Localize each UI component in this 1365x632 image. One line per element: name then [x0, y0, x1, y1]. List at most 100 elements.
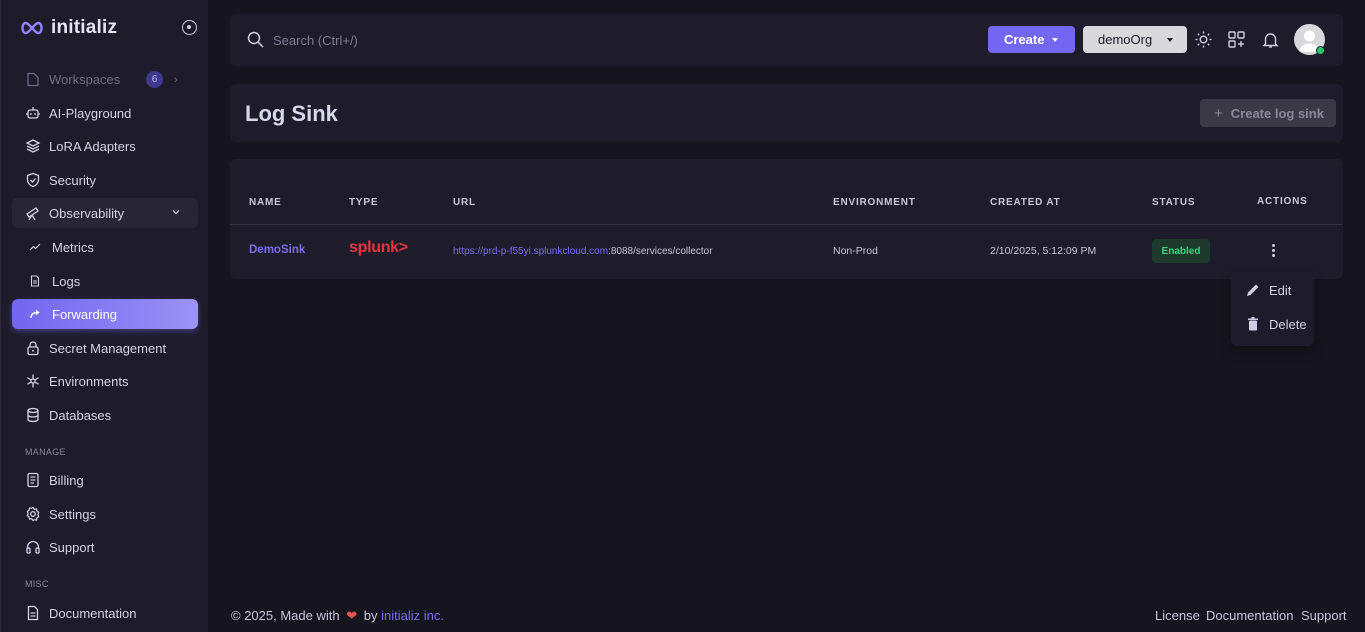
sidebar-item-label: Workspaces — [49, 71, 121, 87]
sidebar-item-label: Metrics — [52, 239, 94, 255]
infinity-logo-icon — [21, 21, 43, 35]
sidebar-item-lora-adapters[interactable]: LoRA Adapters — [12, 131, 198, 161]
sidebar-item-observability[interactable]: Observability — [12, 198, 198, 228]
top-navbar: Create demoOrg — [230, 14, 1343, 66]
sidebar-item-databases[interactable]: Databases — [12, 400, 198, 430]
sidebar-item-logs[interactable]: Logs — [12, 266, 198, 296]
bell-icon[interactable] — [1261, 30, 1280, 49]
create-log-sink-label: Create log sink — [1230, 105, 1324, 121]
sidebar-item-forwarding[interactable]: Forwarding — [12, 299, 198, 329]
pencil-icon — [1247, 284, 1259, 296]
sidebar-item-label: Databases — [49, 407, 112, 423]
sidebar-item-label: Settings — [49, 506, 96, 522]
sidebar-item-secret-management[interactable]: Secret Management — [12, 333, 198, 363]
layers-icon — [25, 138, 41, 154]
sink-environment: Non-Prod — [833, 245, 878, 257]
sun-icon[interactable] — [1194, 30, 1213, 49]
sidebar-item-settings[interactable]: Settings — [12, 499, 198, 529]
section-label-misc: MISC — [25, 579, 49, 589]
org-select[interactable]: demoOrg — [1083, 26, 1187, 53]
sink-url-link[interactable]: https://prd-p-f55yi.splunkcloud.com — [453, 246, 608, 257]
file-icon — [25, 71, 41, 87]
sidebar-item-environments[interactable]: Environments — [12, 366, 198, 396]
sidebar-item-support[interactable]: Support — [12, 532, 198, 562]
heart-icon: ❤ — [346, 608, 358, 623]
sidebar-item-label: Billing — [49, 472, 84, 488]
column-header-name[interactable]: NAME — [249, 197, 282, 208]
create-log-sink-button[interactable]: + Create log sink — [1200, 99, 1336, 127]
sidebar-item-label: Logs — [52, 273, 81, 289]
sink-name-link[interactable]: DemoSink — [249, 244, 305, 256]
sidebar-item-label: Environments — [49, 373, 129, 389]
sink-url-path: :8088/services/collector — [608, 246, 713, 257]
sink-url: https://prd-p-f55yi.splunkcloud.com:8088… — [453, 246, 713, 257]
plus-icon: + — [1214, 104, 1223, 122]
row-actions-menu: Edit Delete — [1231, 272, 1314, 346]
invoice-icon — [25, 472, 41, 488]
chevron-right-icon: › — [174, 74, 178, 86]
column-header-url[interactable]: URL — [453, 197, 476, 208]
sidebar-item-label: Documentation — [49, 605, 137, 621]
sidebar-item-label: Support — [49, 539, 95, 555]
more-vertical-icon[interactable] — [1269, 243, 1277, 259]
sidebar-collapse-toggle[interactable] — [182, 20, 197, 35]
search-input[interactable] — [273, 28, 573, 52]
column-header-environment[interactable]: ENVIRONMENT — [833, 197, 916, 208]
sidebar-item-workspaces[interactable]: Workspaces 6 › — [12, 64, 198, 94]
section-label-manage: MANAGE — [25, 447, 66, 457]
page-title: Log Sink — [245, 101, 338, 126]
footer-copyright: © 2025, Made with ❤ by initializ inc. — [231, 608, 444, 624]
footer-prefix: © 2025, Made with — [231, 608, 340, 623]
caret-down-icon — [1167, 38, 1173, 42]
column-header-created-at[interactable]: CREATED AT — [990, 197, 1061, 208]
log-file-icon — [29, 275, 41, 287]
sidebar-item-documentation[interactable]: Documentation — [12, 598, 198, 628]
sidebar-item-label: LoRA Adapters — [49, 138, 136, 154]
apps-grid-icon[interactable] — [1227, 30, 1246, 49]
online-status-dot — [1316, 46, 1325, 55]
gear-icon — [25, 506, 41, 522]
sidebar-item-metrics[interactable]: Metrics — [12, 232, 198, 262]
splunk-logo: splunk> — [349, 239, 408, 256]
sidebar-item-label: Secret Management — [49, 340, 167, 356]
menu-item-edit[interactable]: Edit — [1231, 276, 1314, 304]
workspaces-count-badge: 6 — [146, 71, 163, 88]
brand[interactable]: initializ — [19, 14, 117, 42]
shield-check-icon — [25, 172, 41, 188]
footer-by: by — [363, 608, 378, 623]
sidebar-item-label: AI-Playground — [49, 105, 132, 121]
snowflake-icon — [25, 373, 41, 389]
trash-icon — [1248, 317, 1258, 331]
create-button[interactable]: Create — [988, 26, 1075, 53]
sink-created-at: 2/10/2025, 5:12:09 PM — [990, 245, 1097, 257]
menu-item-delete[interactable]: Delete — [1231, 310, 1314, 338]
database-icon — [25, 407, 41, 423]
footer-company-link[interactable]: initializ inc. — [381, 608, 444, 623]
headset-icon — [25, 539, 41, 555]
create-button-label: Create — [1004, 32, 1045, 47]
sidebar-item-billing[interactable]: Billing — [12, 465, 198, 495]
org-select-label: demoOrg — [1098, 32, 1153, 47]
log-sink-table: NAME TYPE URL ENVIRONMENT CREATED AT STA… — [230, 159, 1343, 279]
page-header: Log Sink + Create log sink — [230, 84, 1343, 142]
sidebar: initializ Workspaces 6 › AI-Playground L… — [0, 0, 208, 632]
brand-name: initializ — [51, 17, 118, 38]
sidebar-item-ai-playground[interactable]: AI-Playground — [12, 98, 198, 128]
column-header-status[interactable]: STATUS — [1152, 197, 1195, 208]
arrow-forward-icon — [29, 308, 41, 320]
status-badge: Enabled — [1152, 239, 1210, 263]
footer-link-license[interactable]: License — [1155, 608, 1200, 623]
table-header-divider — [230, 224, 1343, 225]
telescope-icon — [25, 205, 41, 221]
footer-link-documentation[interactable]: Documentation — [1206, 608, 1293, 623]
trend-icon — [29, 241, 41, 253]
sidebar-item-security[interactable]: Security — [12, 165, 198, 195]
column-header-actions: ACTIONS — [1257, 196, 1308, 207]
footer-link-support[interactable]: Support — [1301, 608, 1347, 623]
document-icon — [25, 605, 41, 621]
chevron-down-icon — [172, 210, 180, 215]
column-header-type[interactable]: TYPE — [349, 197, 378, 208]
sidebar-item-label: Forwarding — [52, 306, 118, 322]
menu-item-label: Delete — [1269, 316, 1307, 332]
search-icon[interactable] — [247, 31, 264, 48]
